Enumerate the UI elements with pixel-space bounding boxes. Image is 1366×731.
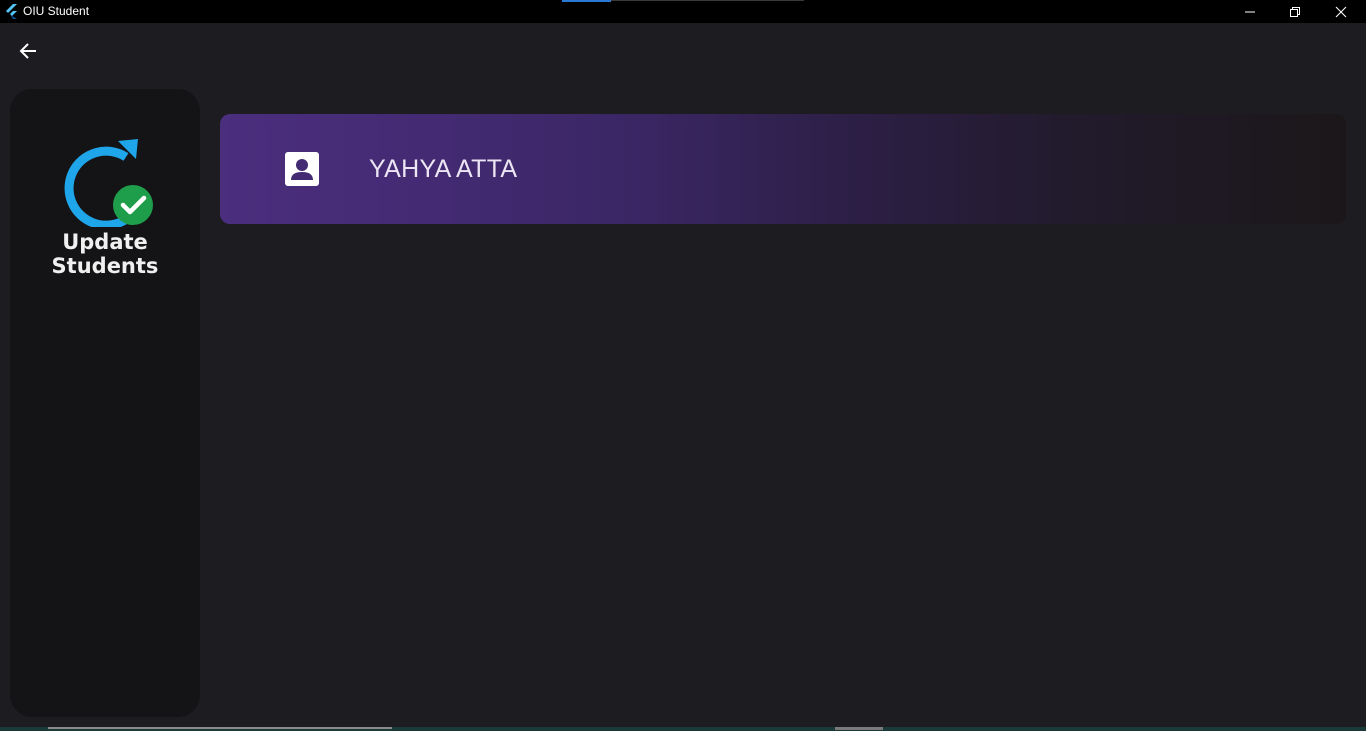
minimize-icon [1245, 11, 1255, 12]
refresh-check-icon [64, 139, 153, 227]
close-icon [1335, 6, 1347, 17]
minimize-button[interactable] [1227, 0, 1273, 23]
restore-button[interactable] [1272, 0, 1318, 23]
window-title: OIU Student [23, 4, 90, 18]
sidebar: Update Students [10, 89, 200, 717]
back-button[interactable] [14, 37, 42, 65]
update-students-label[interactable]: Update Students [10, 230, 200, 278]
contact-card-icon [285, 152, 319, 186]
flutter-logo-icon [6, 4, 17, 19]
restore-icon [1290, 6, 1300, 17]
bottom-edge-segment [48, 727, 392, 729]
title-bar: OIU Student [0, 0, 1366, 23]
student-name: YAHYA ATTA [369, 155, 518, 183]
close-button[interactable] [1318, 0, 1364, 23]
titlebar-accent-highlight [562, 0, 611, 2]
bottom-edge [0, 727, 1366, 731]
arrow-left-icon [19, 43, 36, 59]
bottom-edge-segment [835, 727, 883, 730]
student-card[interactable]: YAHYA ATTA [220, 114, 1346, 224]
